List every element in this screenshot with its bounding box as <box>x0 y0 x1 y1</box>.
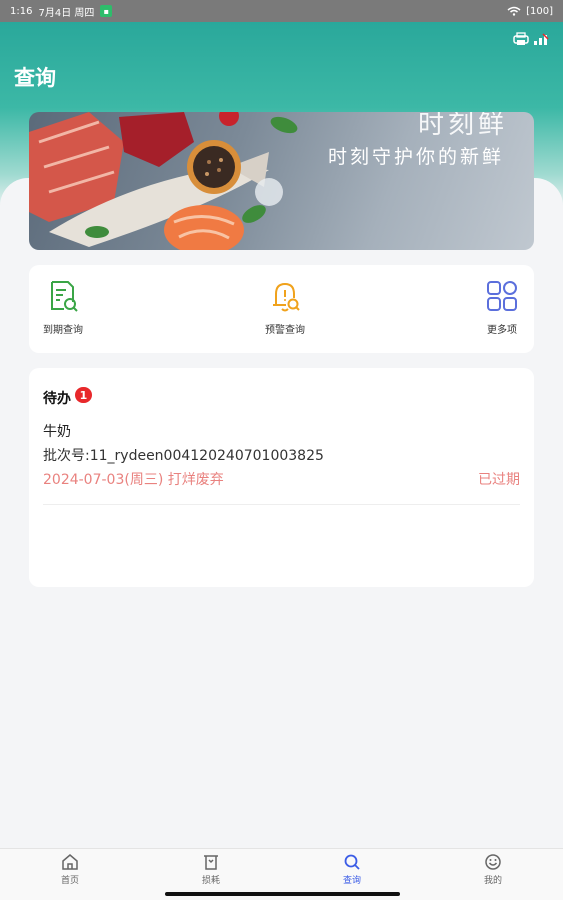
menu-item-label: 预警查询 <box>265 325 305 336</box>
promo-banner[interactable]: 时刻鲜 时刻守护你的新鲜 <box>29 112 534 250</box>
todo-item-date-action: 2024-07-03(周三) 打烊废弃 <box>43 472 224 488</box>
tab-loss[interactable]: 损耗 <box>181 853 241 886</box>
todo-item-status: 已过期 <box>478 472 520 488</box>
printer-icon[interactable] <box>513 32 529 46</box>
todo-card: 待办 1 牛奶 批次号:11_rydeen004120240701003825 … <box>29 368 534 587</box>
tab-query[interactable]: 查询 <box>322 853 382 886</box>
tab-label: 我的 <box>483 876 502 886</box>
menu-item-warning-query[interactable]: 预警查询 <box>265 279 305 336</box>
tab-mine[interactable]: 我的 <box>463 853 523 886</box>
notification-icon: ▪ <box>100 5 113 17</box>
quick-menu: 到期查询 预警查询 更多项 <box>29 265 534 353</box>
banner-slogan: 时刻守护你的新鲜 <box>327 146 504 168</box>
header-actions <box>513 32 549 46</box>
menu-item-label: 到期查询 <box>43 325 83 336</box>
todo-item-batch: 批次号:11_rydeen004120240701003825 <box>43 448 324 464</box>
battery-indicator: [100] <box>526 5 553 17</box>
bell-search-icon <box>273 282 300 312</box>
page-title: 查询 <box>14 66 56 90</box>
status-date: 7月4日 周四 <box>38 7 95 19</box>
document-search-icon <box>51 281 78 312</box>
smiley-icon <box>485 854 501 870</box>
grid-apps-icon <box>487 281 517 311</box>
todo-title: 待办 <box>43 391 71 407</box>
signal-icon[interactable] <box>533 33 549 45</box>
banner-brand: 时刻鲜 <box>417 112 508 140</box>
tab-label: 查询 <box>342 876 361 886</box>
search-icon <box>344 854 360 870</box>
home-indicator[interactable] <box>165 892 400 896</box>
home-icon <box>62 854 78 870</box>
status-time: 1:16 <box>10 5 33 17</box>
divider <box>43 504 520 505</box>
tab-home[interactable]: 首页 <box>40 853 100 886</box>
wifi-icon <box>507 6 521 16</box>
status-bar: 1:16 7月4日 周四 ▪ [100] <box>0 0 563 22</box>
todo-count-badge: 1 <box>75 387 92 403</box>
tab-label: 首页 <box>60 876 79 886</box>
menu-item-more[interactable]: 更多项 <box>485 279 519 336</box>
trash-box-icon <box>204 855 218 870</box>
menu-item-expiry-query[interactable]: 到期查询 <box>43 279 83 336</box>
todo-header: 待办 1 <box>43 387 92 408</box>
menu-item-label: 更多项 <box>487 325 517 336</box>
todo-item-name[interactable]: 牛奶 <box>43 421 71 441</box>
tab-label: 损耗 <box>201 876 220 886</box>
